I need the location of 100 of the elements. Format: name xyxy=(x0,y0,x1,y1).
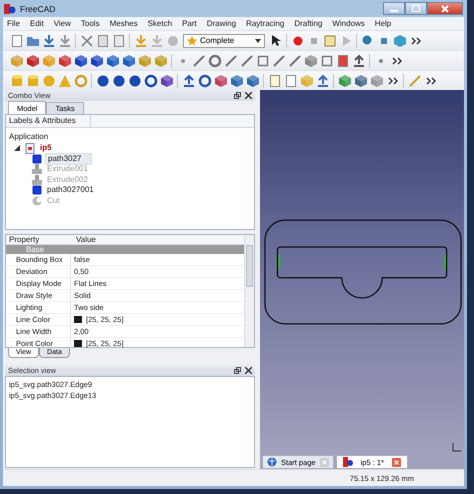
extrude-icon xyxy=(32,164,42,174)
close-icon[interactable] xyxy=(245,92,252,99)
page-icon xyxy=(284,74,298,88)
cube-icon xyxy=(26,54,40,68)
page-icon xyxy=(268,74,282,88)
cube-icon xyxy=(392,34,406,48)
menu-item[interactable]: Part xyxy=(182,19,197,28)
toolbar-button[interactable] xyxy=(197,72,212,88)
line-icon xyxy=(224,54,238,68)
toolbar-button[interactable] xyxy=(111,72,126,88)
float-icon[interactable] xyxy=(234,92,241,99)
window-title: FreeCAD xyxy=(20,4,56,14)
line-icon xyxy=(288,54,302,68)
menu-item[interactable]: Windows xyxy=(332,19,365,28)
menu-item[interactable]: Sketch xyxy=(148,19,172,28)
3d-viewport[interactable] xyxy=(260,90,464,455)
cube-icon xyxy=(154,54,168,68)
axis-icon xyxy=(452,443,461,452)
arrow-icon xyxy=(316,74,330,88)
sphere-icon xyxy=(42,74,56,88)
close-icon[interactable] xyxy=(245,367,252,374)
toolbar-button[interactable] xyxy=(95,72,110,88)
sphere-icon xyxy=(360,34,374,48)
tree-item[interactable]: ip5 xyxy=(38,143,54,154)
page-icon xyxy=(322,34,336,48)
column-header[interactable]: Value xyxy=(73,235,96,244)
menu-item[interactable]: Drafting xyxy=(294,19,322,28)
arrow-icon xyxy=(182,74,196,88)
menu-item[interactable]: File xyxy=(7,19,20,28)
circle-icon xyxy=(208,54,222,68)
cube-icon xyxy=(304,54,318,68)
toolbar-button[interactable] xyxy=(181,72,196,88)
caret-icon xyxy=(255,38,261,42)
sphere-icon xyxy=(128,74,142,88)
menu-item[interactable]: Drawing xyxy=(206,19,236,28)
maximize-button[interactable] xyxy=(405,2,427,15)
tree-root: Application xyxy=(8,131,48,143)
app-logo-icon xyxy=(4,2,16,14)
toolbar-button[interactable] xyxy=(127,72,142,88)
cut-icon xyxy=(32,196,42,206)
toolbar-button[interactable] xyxy=(351,52,366,68)
page-icon xyxy=(112,34,126,48)
cylinder-icon xyxy=(10,74,24,88)
cube-icon xyxy=(32,185,42,196)
workbench-dropdown[interactable]: Complete xyxy=(183,34,265,48)
menu-item[interactable]: Help xyxy=(374,19,392,28)
page-icon xyxy=(10,34,24,48)
circle-icon xyxy=(144,74,158,88)
tree-item[interactable]: path3027001 xyxy=(45,185,96,196)
app-logo-icon xyxy=(342,457,353,467)
square-icon xyxy=(256,54,270,68)
cube-icon xyxy=(230,74,244,88)
toolbar-button[interactable] xyxy=(73,52,88,68)
square-icon xyxy=(320,54,334,68)
document-icon xyxy=(25,142,35,154)
column-header[interactable]: Property xyxy=(6,235,73,244)
line-icon xyxy=(192,54,206,68)
page-icon xyxy=(96,34,110,48)
line-icon xyxy=(272,54,286,68)
toolbar-button[interactable] xyxy=(159,72,174,88)
cube-icon xyxy=(354,74,368,88)
arrow-icon xyxy=(134,34,148,48)
tree-item[interactable]: path3027 xyxy=(45,152,92,165)
scrollbar[interactable] xyxy=(244,235,254,347)
maximize-icon xyxy=(412,5,420,12)
minimize-button[interactable] xyxy=(383,2,405,15)
cube-icon xyxy=(160,74,174,88)
cube-icon xyxy=(90,54,104,68)
cube-icon xyxy=(10,54,24,68)
expand-arrow-icon[interactable] xyxy=(14,145,20,152)
arrow-icon xyxy=(58,34,72,48)
cube-icon xyxy=(42,54,56,68)
cube-icon xyxy=(106,54,120,68)
extrude-icon xyxy=(32,174,42,185)
cube-icon xyxy=(122,54,136,68)
cube-icon xyxy=(370,74,384,88)
circle-icon xyxy=(74,74,88,88)
menu-item[interactable]: Raytracing xyxy=(246,19,284,28)
cube-icon xyxy=(246,74,260,88)
menu-item[interactable]: Edit xyxy=(30,19,44,28)
circle-icon xyxy=(290,34,304,48)
toolbar-button[interactable] xyxy=(143,72,158,88)
line-icon xyxy=(408,74,422,88)
cube-icon xyxy=(338,74,352,88)
menu-item[interactable]: View xyxy=(54,19,71,28)
line-icon xyxy=(240,54,254,68)
close-icon xyxy=(441,4,449,12)
group-label: Base xyxy=(26,245,44,254)
sphere-icon xyxy=(112,74,126,88)
line-icon xyxy=(80,34,94,48)
menu-item[interactable]: Meshes xyxy=(110,19,138,28)
cylinder-icon xyxy=(26,74,40,88)
circle-icon xyxy=(198,74,212,88)
arrow-icon xyxy=(42,34,56,48)
toolbar-button[interactable] xyxy=(89,52,104,68)
cube-icon xyxy=(32,154,42,164)
menu-item[interactable]: Tools xyxy=(80,19,100,28)
globe-icon xyxy=(267,457,277,467)
float-icon[interactable] xyxy=(234,367,241,374)
close-button[interactable] xyxy=(427,2,463,15)
